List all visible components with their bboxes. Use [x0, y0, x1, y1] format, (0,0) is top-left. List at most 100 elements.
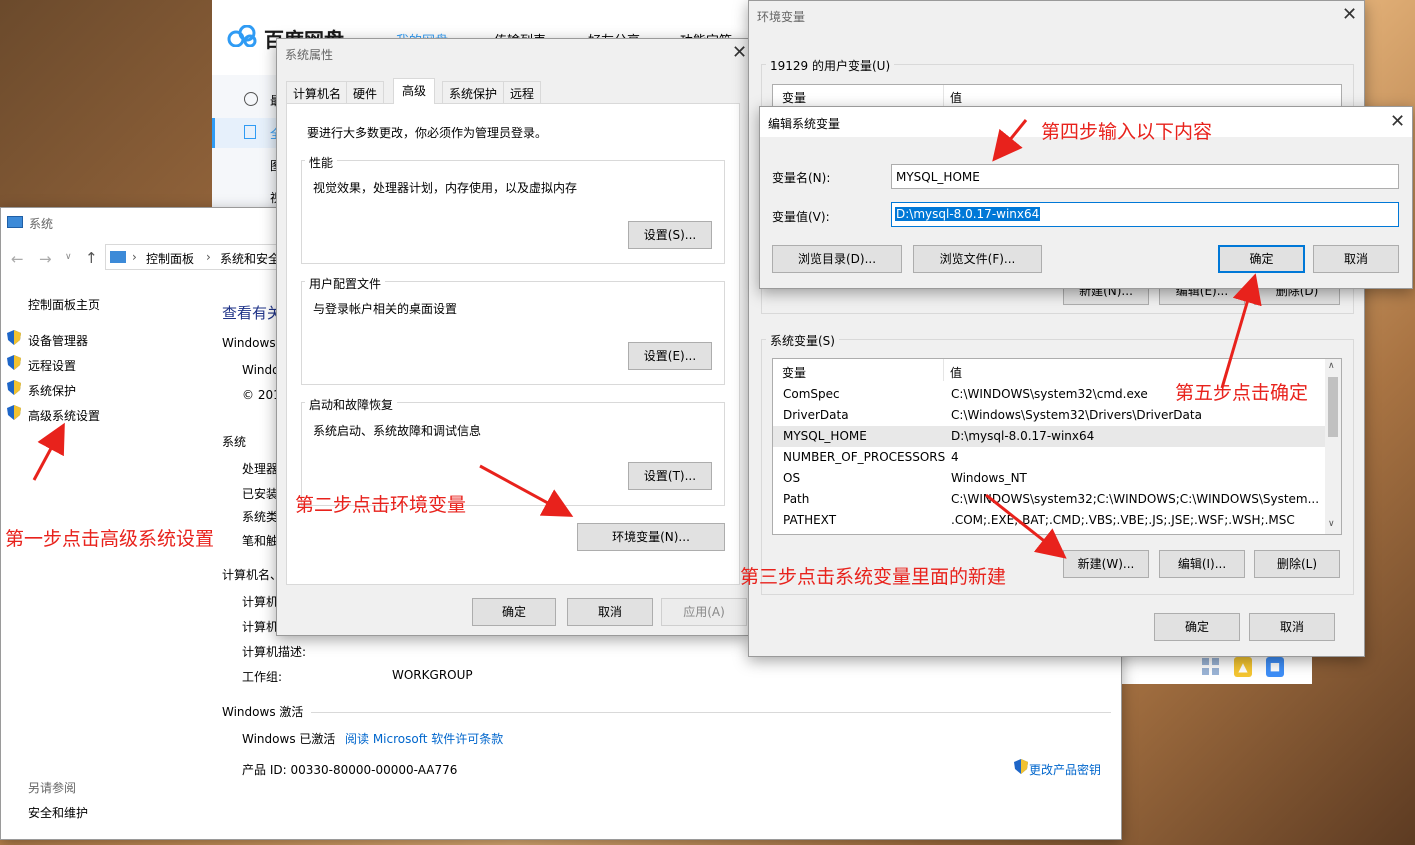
- comp-name: 计算机: [242, 595, 279, 609]
- breadcrumb-sep-icon: ›: [206, 250, 211, 264]
- breadcrumb-security[interactable]: 系统和安全: [220, 250, 280, 267]
- copyright: © 201: [242, 388, 281, 402]
- up-icon[interactable]: ↑: [85, 249, 98, 267]
- table-row[interactable]: NUMBER_OF_PROCESSORS 4: [773, 447, 1325, 468]
- var-value-field[interactable]: D:\mysql-8.0.17-winx64: [891, 202, 1399, 227]
- environment-variables-dialog: 环境变量 ✕ 19129 的用户变量(U) 变量 值 新建(N)... 编辑(E…: [748, 0, 1365, 657]
- lock-icon[interactable]: ■: [1266, 657, 1284, 677]
- performance-title: 性能: [305, 154, 338, 171]
- editvar-title: 编辑系统变量: [768, 117, 841, 131]
- close-icon[interactable]: ✕: [1390, 113, 1405, 131]
- table-row[interactable]: Path C:\WINDOWS\system32;C:\WINDOWS;C:\WI…: [773, 489, 1325, 510]
- comp-description: 计算机描述:: [242, 645, 307, 659]
- user-profile-settings-button[interactable]: 设置(E)...: [628, 342, 712, 370]
- forward-icon[interactable]: →: [39, 250, 52, 268]
- sysprops-title: 系统属性: [285, 48, 334, 62]
- close-icon[interactable]: ✕: [1342, 6, 1357, 24]
- sysvar-rows: ComSpec C:\WINDOWS\system32\cmd.exe Drive…: [773, 384, 1325, 534]
- system-delete-button[interactable]: 删除(L): [1254, 550, 1340, 578]
- admin-note: 要进行大多数更改，你必须作为管理员登录。: [307, 126, 548, 140]
- var-name: DriverData: [783, 408, 849, 422]
- startup-recovery-title: 启动和故障恢复: [305, 396, 398, 413]
- sys-type: 系统类: [242, 510, 279, 524]
- user-vars-title: 19129 的用户变量(U): [766, 57, 895, 74]
- sysprops-cancel-button[interactable]: 取消: [567, 598, 653, 626]
- change-product-key-link[interactable]: 更改产品密钥: [1029, 761, 1101, 778]
- var-name: PATHEXT: [783, 513, 837, 527]
- security-maintenance-link[interactable]: 安全和维护: [28, 804, 88, 821]
- back-icon[interactable]: ←: [11, 250, 24, 268]
- var-value-label: 变量值(V):: [772, 210, 830, 224]
- var-name: ComSpec: [783, 387, 840, 401]
- shield-icon: [1014, 759, 1028, 774]
- user-col-val: 值: [950, 91, 963, 105]
- startup-settings-button[interactable]: 设置(T)...: [628, 462, 712, 490]
- system-new-button[interactable]: 新建(W)...: [1063, 550, 1149, 578]
- nav-device-manager[interactable]: 设备管理器: [28, 332, 88, 349]
- var-name-field[interactable]: [891, 164, 1399, 189]
- close-icon[interactable]: ✕: [732, 44, 747, 62]
- control-panel-icon: [110, 251, 126, 263]
- editvar-cancel-button[interactable]: 取消: [1313, 245, 1399, 273]
- environment-variables-button[interactable]: 环境变量(N)...: [577, 523, 725, 551]
- sys-pen: 笔和触: [242, 534, 279, 548]
- history-chevron-icon[interactable]: ∨: [65, 252, 72, 262]
- upgrade-icon[interactable]: ▲: [1234, 657, 1252, 677]
- user-profile-desc: 与登录帐户相关的桌面设置: [313, 302, 458, 316]
- envvars-ok-button[interactable]: 确定: [1154, 613, 1240, 641]
- breadcrumb-sep-icon: ›: [132, 250, 137, 264]
- browse-file-button[interactable]: 浏览文件(F)...: [913, 245, 1042, 273]
- nav-system-protection[interactable]: 系统保护: [28, 382, 76, 399]
- comp-workgroup-value: WORKGROUP: [392, 668, 473, 682]
- tab-computer-name[interactable]: 计算机名: [286, 81, 349, 103]
- tab-system-protection[interactable]: 系统保护: [442, 81, 505, 103]
- editvar-ok-button[interactable]: 确定: [1218, 245, 1305, 273]
- annotation-step5: 第五步点击确定: [1175, 382, 1309, 404]
- tab-hardware[interactable]: 硬件: [346, 81, 385, 103]
- tab-remote[interactable]: 远程: [503, 81, 542, 103]
- table-row[interactable]: DriverData C:\Windows\System32\Drivers\Dr…: [773, 405, 1325, 426]
- apps-icon[interactable]: [1202, 658, 1220, 676]
- scrollbar[interactable]: ∧ ∨: [1325, 359, 1341, 534]
- table-row[interactable]: OS Windows_NT: [773, 468, 1325, 489]
- sys-memory: 已安装: [242, 487, 279, 501]
- sysprops-apply-button[interactable]: 应用(A): [661, 598, 747, 626]
- table-row[interactable]: PATHEXT .COM;.EXE;.BAT;.CMD;.VBS;.VBE;.JS…: [773, 510, 1325, 531]
- col-divider: [943, 85, 944, 107]
- windows-edition: Windo: [242, 363, 280, 377]
- user-profile-title: 用户配置文件: [305, 275, 386, 292]
- nav-advanced-system-settings[interactable]: 高级系统设置: [28, 407, 100, 424]
- scroll-down-icon[interactable]: ∨: [1328, 519, 1335, 529]
- col-divider: [943, 359, 944, 381]
- browse-directory-button[interactable]: 浏览目录(D)...: [772, 245, 902, 273]
- scroll-thumb[interactable]: [1328, 377, 1338, 437]
- annotation-step3: 第三步点击系统变量里面的新建: [740, 566, 1007, 588]
- var-name-label: 变量名(N):: [772, 171, 831, 185]
- shield-icon: [7, 330, 21, 345]
- sys-col-val: 值: [950, 366, 963, 380]
- var-value: .COM;.EXE;.BAT;.CMD;.VBS;.VBE;.JS;.JSE;.…: [951, 513, 1295, 527]
- tab-advanced[interactable]: 高级: [393, 78, 436, 104]
- section-activation: Windows 激活: [222, 705, 304, 719]
- scroll-up-icon[interactable]: ∧: [1328, 361, 1335, 371]
- clock-icon: [244, 92, 258, 106]
- system-edit-button[interactable]: 编辑(I)...: [1159, 550, 1245, 578]
- sys-processor: 处理器: [242, 462, 279, 476]
- performance-settings-button[interactable]: 设置(S)...: [628, 221, 712, 249]
- sysprops-ok-button[interactable]: 确定: [472, 598, 556, 626]
- var-name: Path: [783, 492, 810, 506]
- system-monitor-icon: [7, 216, 23, 228]
- control-panel-home-link[interactable]: 控制面板主页: [28, 296, 100, 313]
- table-row[interactable]: MYSQL_HOME D:\mysql-8.0.17-winx64: [773, 426, 1325, 447]
- system-vars-title: 系统变量(S): [766, 332, 839, 349]
- shield-icon: [7, 405, 21, 420]
- windows-edition-label: Windows: [222, 336, 276, 350]
- envvars-cancel-button[interactable]: 取消: [1249, 613, 1335, 641]
- nav-remote-settings[interactable]: 远程设置: [28, 357, 76, 374]
- breadcrumb-control-panel[interactable]: 控制面板: [146, 250, 194, 267]
- section-system: 系统: [222, 435, 247, 449]
- file-icon: [244, 125, 256, 139]
- comp-fullname: 计算机: [242, 620, 279, 634]
- license-link[interactable]: 阅读 Microsoft 软件许可条款: [345, 730, 503, 747]
- comp-workgroup-label: 工作组:: [242, 670, 283, 684]
